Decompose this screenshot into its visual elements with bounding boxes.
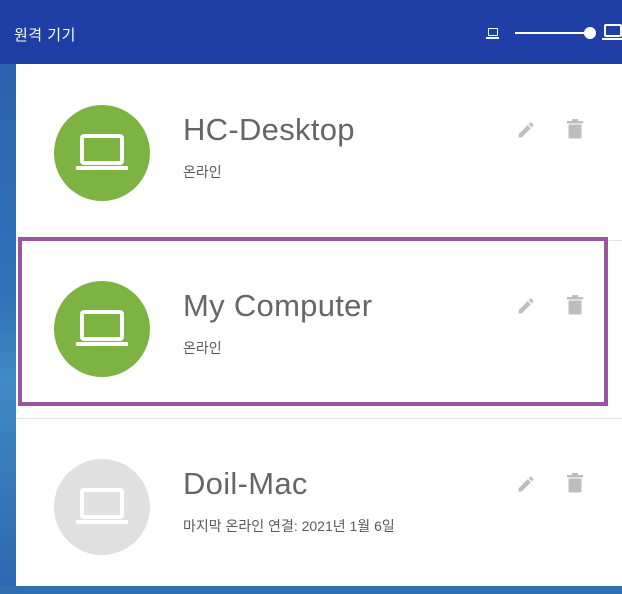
device-name: Doil-Mac	[183, 466, 308, 501]
device-avatar	[54, 105, 150, 201]
pencil-icon[interactable]	[516, 474, 536, 494]
laptop-icon	[76, 134, 128, 170]
desktop-background	[0, 64, 16, 586]
laptop-icon	[76, 310, 128, 346]
large-size-icon[interactable]	[602, 24, 622, 40]
device-card-doil-mac[interactable]: Doil-Mac 마지막 온라인 연결: 2021년 1월 6일	[16, 418, 622, 594]
device-card-my-computer[interactable]: My Computer 온라인	[16, 240, 622, 416]
device-avatar	[54, 459, 150, 555]
pencil-icon[interactable]	[516, 120, 536, 140]
small-size-icon[interactable]	[486, 28, 499, 39]
device-list: HC-Desktop 온라인 My Computer 온라인 Doil-Mac …	[16, 64, 622, 586]
pencil-icon[interactable]	[516, 296, 536, 316]
device-status: 온라인	[183, 340, 222, 356]
trash-icon[interactable]	[567, 119, 583, 139]
device-status: 마지막 온라인 연결: 2021년 1월 6일	[183, 518, 395, 534]
page-title: 원격 기기	[14, 27, 76, 44]
device-card-hc-desktop[interactable]: HC-Desktop 온라인	[16, 64, 622, 240]
size-slider-thumb[interactable]	[584, 27, 596, 39]
laptop-icon	[76, 488, 128, 524]
header-bar: 원격 기기	[0, 0, 622, 64]
size-slider[interactable]	[515, 32, 590, 34]
device-name: My Computer	[183, 288, 373, 323]
device-status: 온라인	[183, 164, 222, 180]
trash-icon[interactable]	[567, 473, 583, 493]
device-avatar	[54, 281, 150, 377]
trash-icon[interactable]	[567, 295, 583, 315]
device-name: HC-Desktop	[183, 112, 355, 147]
